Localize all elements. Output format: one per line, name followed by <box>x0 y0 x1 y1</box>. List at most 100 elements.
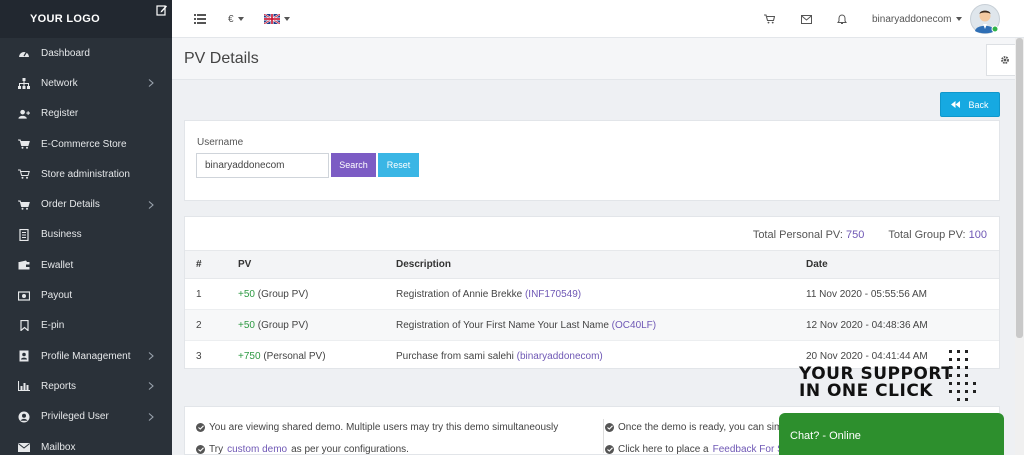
username-label: Username <box>197 137 244 148</box>
sidebar-item-privileged-user[interactable]: Privileged User <box>0 402 172 432</box>
pv-cell: +50 (Group PV) <box>238 319 309 331</box>
back-button[interactable]: Back <box>940 92 1000 117</box>
sidebar-item-label: Business <box>41 229 82 241</box>
sidebar-item-label: Payout <box>41 290 73 302</box>
user-dropdown[interactable]: binaryaddonecom <box>872 0 962 38</box>
scrollbar-thumb[interactable] <box>1016 38 1023 338</box>
username-input[interactable] <box>196 153 329 178</box>
menu-toggle-icon[interactable] <box>194 0 206 38</box>
check-circle-icon <box>605 423 614 432</box>
sidebar-item-store-administration[interactable]: Store administration <box>0 159 172 189</box>
feedback-link[interactable]: Feedback For Su <box>713 444 790 455</box>
network-icon <box>18 77 30 89</box>
username-label: binaryaddonecom <box>872 13 952 25</box>
column-header-description: Description <box>396 259 452 270</box>
notice-line-custom: Try custom demo as per your configuratio… <box>196 444 409 455</box>
description-cell: Registration of Your First Name Your Las… <box>396 319 657 331</box>
sidebar-item-order-details[interactable]: Order Details <box>0 189 172 219</box>
chevron-right-icon <box>148 200 154 209</box>
money-icon <box>18 290 30 302</box>
chevron-down-icon <box>284 17 290 21</box>
sidebar-item-label: Privileged User <box>41 411 109 423</box>
sidebar-item-profile-management[interactable]: Profile Management <box>0 341 172 371</box>
sidebar-item-mailbox[interactable]: Mailbox <box>0 432 172 455</box>
check-circle-icon <box>605 445 614 454</box>
search-button[interactable]: Search <box>331 153 376 177</box>
edit-icon[interactable] <box>156 4 168 16</box>
logo[interactable]: YOUR LOGO <box>30 13 100 25</box>
divider <box>603 419 604 453</box>
back-label: Back <box>968 99 989 110</box>
pv-totals: Total Personal PV: 750 Total Group PV: 1… <box>753 229 987 241</box>
envelope-icon <box>18 441 30 453</box>
user-circle-icon <box>18 411 30 423</box>
check-circle-icon <box>196 445 205 454</box>
top-bar: € binaryaddonecom <box>172 0 1024 38</box>
bookmark-icon <box>18 320 30 332</box>
wallet-icon <box>18 259 30 271</box>
language-dropdown[interactable] <box>264 0 290 38</box>
sidebar-item-payout[interactable]: Payout <box>0 280 172 310</box>
backward-icon <box>951 101 961 108</box>
chat-widget[interactable]: Chat? - Online <box>779 413 1004 455</box>
logo-bar: YOUR LOGO <box>0 0 172 38</box>
sidebar-item-ewallet[interactable]: Ewallet <box>0 250 172 280</box>
sidebar-item-reports[interactable]: Reports <box>0 371 172 401</box>
sidebar-item-label: E-pin <box>41 320 65 332</box>
dashboard-icon <box>18 47 30 59</box>
profile-icon <box>18 350 30 362</box>
sidebar-nav: Dashboard Network Register E-Commerce Store… <box>0 38 172 455</box>
table-header: # PV Description Date <box>185 250 999 279</box>
table-row: 1 +50 (Group PV) Registration of Annie B… <box>185 279 999 310</box>
check-circle-icon <box>196 423 205 432</box>
pv-table-card: Total Personal PV: 750 Total Group PV: 1… <box>184 216 1000 369</box>
reset-button[interactable]: Reset <box>378 153 419 177</box>
notice-line-feedback: Click here to place a Feedback For Su <box>605 444 789 455</box>
notice-line-shared: You are viewing shared demo. Multiple us… <box>196 422 558 433</box>
total-group-pv: Total Group PV: 100 <box>888 229 987 241</box>
bar-chart-icon <box>18 380 30 392</box>
row-number: 3 <box>196 351 202 362</box>
custom-demo-link[interactable]: custom demo <box>227 444 287 455</box>
sidebar-item-register[interactable]: Register <box>0 99 172 129</box>
avatar[interactable] <box>970 0 1000 38</box>
user-plus-icon <box>18 108 30 120</box>
chevron-right-icon <box>148 79 154 88</box>
notice-line-ready: Once the demo is ready, you can simp <box>605 422 788 433</box>
description-cell: Registration of Annie Brekke (INF170549) <box>396 288 582 300</box>
column-header-date: Date <box>806 259 828 270</box>
column-header-pv: PV <box>238 259 252 270</box>
sidebar-item-e-pin[interactable]: E-pin <box>0 311 172 341</box>
sidebar: YOUR LOGO Dashboard Network Register E-Comm… <box>0 0 172 455</box>
sidebar-item-network[interactable]: Network <box>0 68 172 98</box>
sidebar-item-e-commerce-store[interactable]: E-Commerce Store <box>0 129 172 159</box>
chevron-right-icon <box>148 352 154 361</box>
sidebar-item-label: Order Details <box>41 199 100 211</box>
pv-cell: +750 (Personal PV) <box>238 351 326 362</box>
search-card: Username Search Reset <box>184 120 1000 201</box>
sidebar-item-business[interactable]: Business <box>0 220 172 250</box>
cart-icon[interactable] <box>764 0 775 38</box>
currency-dropdown[interactable]: € <box>228 0 244 38</box>
cart-icon <box>18 138 30 150</box>
sidebar-item-label: Reports <box>41 380 77 392</box>
support-badge[interactable]: YOUR SUPPORT IN ONE CLICK <box>799 350 985 408</box>
bell-icon[interactable] <box>837 0 847 38</box>
cart-icon <box>18 199 30 211</box>
date-cell: 11 Nov 2020 - 05:55:56 AM <box>806 288 928 300</box>
description-cell: Purchase from sami salehi (binaryaddonec… <box>396 351 603 362</box>
row-number: 1 <box>196 288 202 300</box>
sidebar-item-dashboard[interactable]: Dashboard <box>0 38 172 68</box>
row-number: 2 <box>196 319 202 331</box>
gear-icon <box>1001 56 1009 64</box>
scrollbar[interactable] <box>1015 38 1024 455</box>
envelope-icon[interactable] <box>801 0 812 38</box>
chevron-right-icon <box>148 382 154 391</box>
sidebar-item-label: Ewallet <box>41 259 74 271</box>
sidebar-item-label: Store administration <box>41 168 130 180</box>
column-header-num: # <box>196 259 202 270</box>
chevron-down-icon <box>955 17 962 21</box>
total-personal-pv: Total Personal PV: 750 <box>752 229 865 241</box>
page-header: PV Details <box>172 38 1024 80</box>
uk-flag-icon <box>264 14 280 24</box>
